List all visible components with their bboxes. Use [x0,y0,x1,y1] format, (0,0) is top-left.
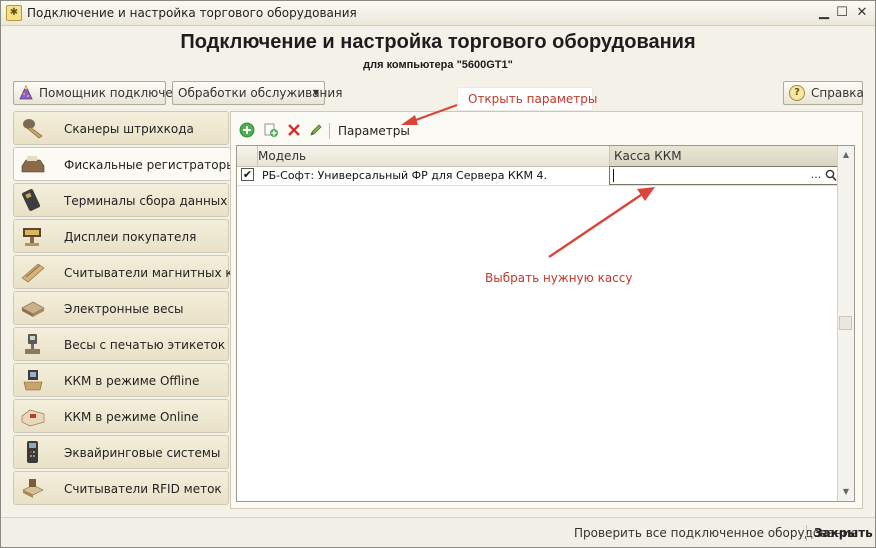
sidebar-item-fiscal-registrars[interactable]: Фискальные регистраторы [13,147,236,181]
vertical-scrollbar[interactable]: ▲ ▼ [837,146,854,501]
data-terminal-icon [21,189,41,211]
window-title: Подключение и настройка торгового оборуд… [27,6,357,20]
search-icon[interactable] [824,168,838,183]
annotation-choose-kkm: Выбрать нужную кассу [485,271,633,285]
fiscal-printer-icon [21,156,45,173]
sidebar-item-label-scales[interactable]: Весы с печатью этикеток [13,327,229,361]
card-reader-icon [21,263,45,283]
annotation-open-params: Открыть параметры [457,87,597,111]
equipment-table: Модель Касса ККМ ✔ РБ-Софт: Универсальны… [236,145,855,502]
wizard-icon [19,84,33,99]
edit-icon[interactable] [308,122,324,138]
sidebar-item-electronic-scales[interactable]: Электронные весы [13,291,229,325]
electronic-scales-icon [21,301,45,317]
sidebar-item-label: Считыватели магнитных карт [64,266,255,280]
column-header-kkm[interactable]: Касса ККМ [609,146,841,166]
header-check-column [237,146,258,166]
sidebar-item-label: Терминалы сбора данных [64,194,228,208]
sidebar-item-label: Фискальные регистраторы [64,158,236,172]
model-cell[interactable]: РБ-Софт: Универсальный ФР для Сервера КК… [262,169,547,182]
rfid-reader-icon [22,479,44,498]
scroll-up-icon[interactable]: ▲ [838,147,854,163]
label-scales-icon [25,334,40,354]
copy-icon[interactable] [263,122,279,138]
sidebar-item-barcode-scanners[interactable]: Сканеры штрихкода [13,111,229,145]
table-row[interactable]: ✔ РБ-Софт: Универсальный ФР для Сервера … [237,166,840,186]
sidebar-item-customer-displays[interactable]: Дисплеи покупателя [13,219,229,253]
dropdown-arrow-icon: ▼ [312,88,319,97]
parameters-button[interactable]: Параметры [338,124,410,138]
kkm-online-icon [21,409,45,427]
maximize-icon[interactable]: ☐ [833,4,851,22]
acquiring-terminal-icon [27,441,38,463]
add-icon[interactable] [239,122,255,138]
sidebar-item-label: Считыватели RFID меток [64,482,222,496]
sidebar-item-label: Эквайринговые системы [64,446,221,460]
maintenance-dropdown-button[interactable]: Обработки обслуживания ▼ [172,81,342,105]
sidebar-item-label: Электронные весы [64,302,184,316]
kkm-offline-icon [23,370,43,391]
close-button[interactable]: Закрыть [814,526,873,540]
sidebar-item-acquiring-systems[interactable]: Эквайринговые системы [13,435,229,469]
connection-wizard-button[interactable]: Помощник подключения [13,81,196,105]
column-header-model[interactable]: Модель [258,149,608,163]
sidebar-item-magnetic-card-readers[interactable]: Считыватели магнитных карт [13,255,255,289]
footer-separator [806,525,807,541]
select-kkm-button[interactable]: ... [809,167,823,184]
sidebar-item-label: ККМ в режиме Online [64,410,199,424]
sidebar-item-data-terminals[interactable]: Терминалы сбора данных [13,183,229,217]
sidebar-item-kkm-offline[interactable]: ККМ в режиме Offline [13,363,229,397]
delete-icon[interactable] [286,122,302,138]
title-bar: ✱ Подключение и настройка торгового обор… [1,1,875,26]
minimize-icon[interactable]: ▁ [815,4,833,22]
sidebar-item-label: ККМ в режиме Offline [64,374,200,388]
scroll-down-icon[interactable]: ▼ [838,484,854,500]
barcode-scanner-icon [23,119,43,139]
column-header-kkm-label: Касса ККМ [614,149,682,163]
sidebar-item-rfid-readers[interactable]: Считыватели RFID меток [13,471,229,505]
customer-display-icon [23,228,41,246]
row-enabled-checkbox[interactable]: ✔ [241,168,254,181]
kkm-input[interactable]: ... [609,166,840,185]
help-button[interactable]: ? Справка [783,81,864,105]
page-title: Подключение и настройка торгового оборуд… [180,31,696,53]
help-label: Справка [811,86,864,100]
main-window: ✱ Подключение и настройка торгового обор… [0,0,876,548]
sidebar-item-label: Весы с печатью этикеток [64,338,226,352]
footer-bar: Проверить все подключенное оборудование … [1,517,875,547]
page-subtitle: для компьютера "5600GT1" [363,59,513,71]
help-icon: ? [789,84,805,101]
sidebar-item-kkm-online[interactable]: ККМ в режиме Online [13,399,229,433]
scroll-thumb[interactable] [839,316,852,330]
app-icon[interactable]: ✱ [6,5,22,21]
text-caret [613,169,614,182]
toolbar-separator [329,123,330,139]
annotation-open-params-text: Открыть параметры [468,92,598,106]
sidebar-item-label: Сканеры штрихкода [64,122,194,136]
sidebar-item-label: Дисплеи покупателя [64,230,197,244]
table-header: Модель Касса ККМ [237,146,841,167]
close-icon[interactable]: ✕ [853,4,871,22]
